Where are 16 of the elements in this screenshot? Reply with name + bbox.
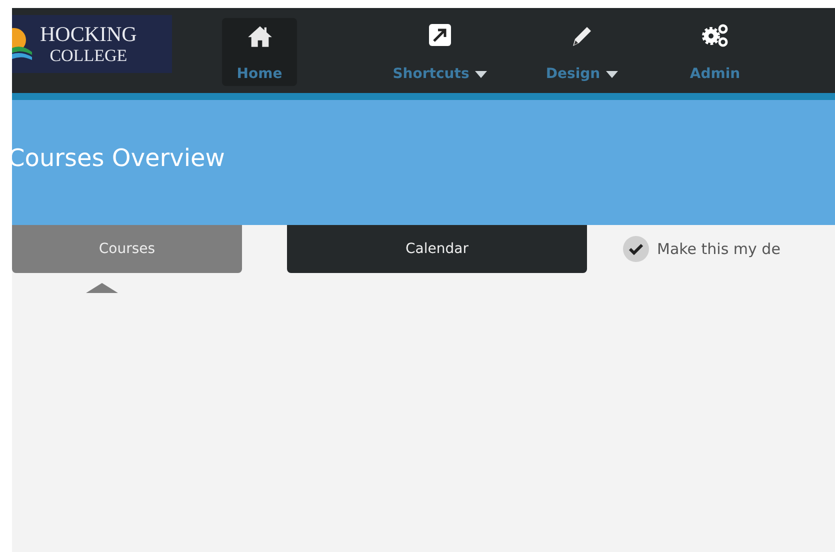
logo-text: HOCKING: [40, 24, 137, 44]
checkbox[interactable]: [623, 236, 649, 262]
logo-text: COLLEGE: [50, 46, 128, 64]
nav-item[interactable]: Design: [527, 18, 637, 86]
nav-item[interactable]: Admin: [680, 18, 750, 86]
gears-icon: [701, 24, 729, 48]
pencil-icon: [570, 24, 594, 48]
tab[interactable]: Courses: [12, 225, 242, 273]
checkmark-icon: [629, 243, 643, 255]
nav-item[interactable]: Home: [222, 18, 297, 86]
tab[interactable]: Calendar: [287, 225, 587, 273]
checkbox-label: Make this my de: [657, 240, 780, 258]
home-icon: [246, 24, 272, 48]
pointer-icon: [86, 283, 118, 293]
nav-item[interactable]: Shortcuts: [375, 18, 505, 86]
college-logo[interactable]: HOCKING COLLEGE: [12, 14, 172, 72]
